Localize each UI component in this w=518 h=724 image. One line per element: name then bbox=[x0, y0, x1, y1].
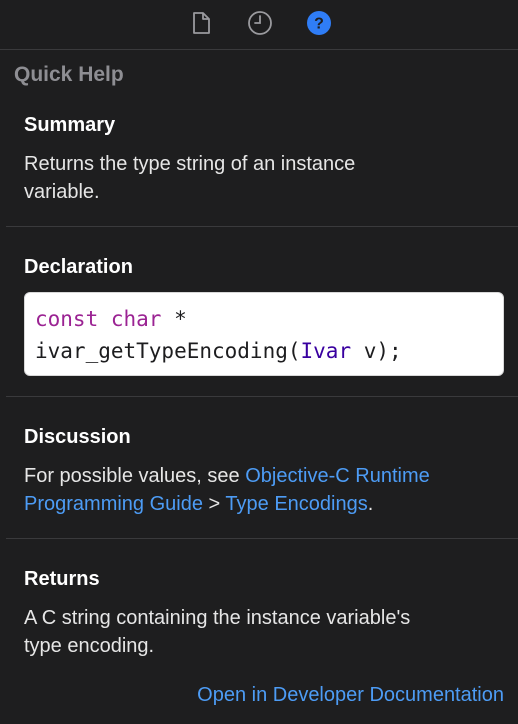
panel-title: Quick Help bbox=[14, 63, 124, 86]
declaration-title: Declaration bbox=[24, 256, 133, 278]
runtime-guide-link-line-2: Programming Guide bbox=[24, 493, 203, 515]
inspector-toolbar: ? bbox=[0, 0, 518, 50]
open-developer-docs-link[interactable]: Open in Developer Documentation bbox=[197, 682, 504, 708]
divider bbox=[6, 226, 518, 227]
param-type: Ivar bbox=[300, 339, 352, 363]
type-encodings-link[interactable]: Type Encodings bbox=[225, 493, 367, 515]
history-inspector-icon[interactable] bbox=[247, 10, 273, 36]
discussion-text: For possible values, see Objective-C Run… bbox=[24, 462, 494, 518]
quick-help-icon[interactable]: ? bbox=[306, 10, 332, 36]
breadcrumb-separator: > bbox=[202, 493, 226, 515]
keyword-const: const bbox=[35, 307, 99, 331]
quick-help-inspector: ? Quick Help Summary Returns the type st… bbox=[0, 0, 518, 724]
summary-line-2: variable. bbox=[24, 181, 100, 203]
discussion-title: Discussion bbox=[24, 426, 131, 448]
returns-line-1: A C string containing the instance varia… bbox=[24, 607, 411, 629]
keyword-char: char bbox=[110, 307, 162, 331]
returns-text: A C string containing the instance varia… bbox=[24, 604, 494, 660]
pointer-token: * bbox=[161, 307, 187, 331]
summary-title: Summary bbox=[24, 114, 116, 136]
discussion-prefix: For possible values, see bbox=[24, 465, 246, 487]
function-name: ivar_getTypeEncoding( bbox=[35, 339, 301, 363]
declaration-code-block[interactable]: const char * ivar_getTypeEncoding(Ivar v… bbox=[24, 292, 504, 376]
discussion-suffix: . bbox=[367, 493, 374, 515]
returns-line-2: type encoding. bbox=[24, 635, 155, 657]
svg-text:?: ? bbox=[314, 16, 324, 33]
summary-line-1: Returns the type string of an instance bbox=[24, 153, 356, 175]
summary-text: Returns the type string of an instance v… bbox=[24, 150, 494, 206]
divider bbox=[6, 538, 518, 539]
runtime-guide-link-line-1: Objective-C Runtime bbox=[245, 465, 430, 487]
param-rest: v); bbox=[351, 339, 402, 363]
divider bbox=[6, 396, 518, 397]
returns-title: Returns bbox=[24, 568, 100, 590]
file-inspector-icon[interactable] bbox=[188, 10, 214, 36]
